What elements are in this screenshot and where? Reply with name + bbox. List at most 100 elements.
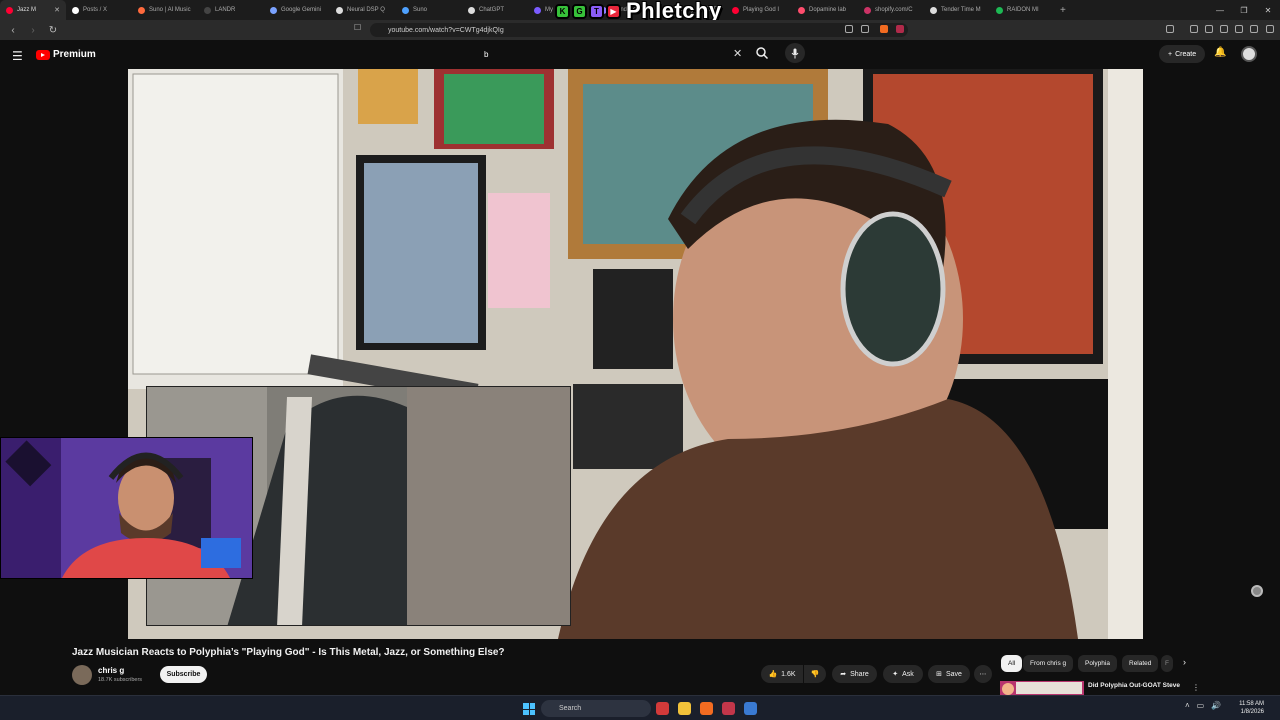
create-button[interactable]: + Create (1159, 45, 1206, 63)
browser-tab[interactable]: Neural DSP Q (330, 0, 396, 20)
tab-favicon-icon (204, 6, 211, 14)
channel-name[interactable]: chris g (98, 666, 124, 675)
browser-tab[interactable]: Suno | AI Music (132, 0, 198, 20)
browser-menu-icon[interactable] (1266, 25, 1274, 33)
brave-browser-icon[interactable] (700, 702, 713, 715)
voice-search-button[interactable] (785, 43, 805, 63)
browser-tab[interactable]: ChatGPT (462, 0, 528, 20)
tab-label: Neural DSP Q (347, 7, 385, 13)
start-menu-icon[interactable] (523, 703, 535, 715)
volume-icon[interactable]: 🔊 (1211, 701, 1221, 710)
subscribe-button[interactable]: Subscribe (160, 666, 207, 683)
reload-icon[interactable]: ↻ (46, 25, 60, 36)
ask-label: Ask (902, 670, 914, 678)
tab-favicon-icon (798, 6, 805, 14)
maximize-button[interactable]: ❐ (1232, 0, 1256, 20)
tab-label: Playing God I (743, 7, 780, 13)
youtube-header: ☰ Premium ✕ +Create 🔔 (0, 40, 1280, 69)
reading-list-icon[interactable] (1205, 25, 1213, 33)
tab-label: shopify.com/C (875, 7, 913, 13)
app-icon-blue[interactable] (744, 702, 757, 715)
microphone-icon (791, 48, 799, 58)
player-settings-indicator[interactable] (1251, 585, 1263, 597)
search-input[interactable] (474, 45, 746, 64)
windows-taskbar: Search ˄ ▭ 🔊 11:58 AM 1/8/2026 (0, 695, 1280, 720)
tab-favicon-icon (270, 6, 277, 14)
split-view-icon[interactable] (1220, 25, 1228, 33)
recommended-video-title[interactable]: Did Polyphia Out-GOAT Steve (1088, 682, 1180, 689)
chevron-right-icon[interactable]: › (1183, 657, 1186, 667)
logo-badge: T (589, 3, 604, 19)
share-label: Share (850, 670, 869, 678)
clock-time: 11:58 AM (1239, 701, 1264, 707)
tab-favicon-icon (996, 6, 1003, 14)
bookmark-icon[interactable]: ☐ (354, 23, 361, 32)
taskbar-search[interactable]: Search (541, 700, 651, 717)
video-title: Jazz Musician Reacts to Polyphia’s "Play… (72, 647, 505, 658)
tab-label: My (545, 7, 553, 13)
minimize-button[interactable]: — (1208, 0, 1232, 20)
extension-icon[interactable] (896, 25, 904, 33)
close-tab-icon[interactable]: ✕ (54, 6, 60, 14)
sparkle-icon: ✦ (892, 671, 899, 678)
subscriber-count: 18.7K subscribers (98, 677, 143, 683)
share-button[interactable]: ➦ Share (832, 665, 877, 683)
network-icon[interactable]: ▭ (1197, 701, 1205, 710)
music-icon[interactable] (1190, 25, 1198, 33)
channel-avatar[interactable] (72, 665, 92, 685)
browser-tab[interactable]: Posts / X (66, 0, 132, 20)
chip-all[interactable]: All (1001, 655, 1023, 672)
tab-favicon-icon (930, 6, 937, 14)
share-icon[interactable] (861, 25, 869, 33)
browser-tab[interactable]: shopify.com/C (858, 0, 924, 20)
app-icon-red[interactable] (656, 702, 669, 715)
browser-tab[interactable]: Tender Time M (924, 0, 990, 20)
chip-related[interactable]: Related (1122, 655, 1159, 672)
tab-label: Google Gemini (281, 7, 322, 13)
browser-tab[interactable]: LANDR (198, 0, 264, 20)
chip-more[interactable]: F (1161, 655, 1173, 672)
chip-from-channel[interactable]: From chris g (1023, 655, 1074, 672)
browser-tab[interactable]: Suno (396, 0, 462, 20)
dislike-button[interactable]: 👎 (804, 665, 826, 683)
save-button[interactable]: ⊞ Save (928, 665, 970, 683)
chevron-up-icon[interactable]: ˄ (1185, 701, 1190, 710)
wallet-icon[interactable] (1250, 25, 1258, 33)
file-explorer-icon[interactable] (678, 702, 691, 715)
close-window-button[interactable]: ✕ (1256, 0, 1280, 20)
new-tab-button[interactable]: + (1060, 5, 1066, 16)
taskbar-clock[interactable]: 11:58 AM 1/8/2026 (1224, 700, 1264, 716)
leo-icon[interactable] (1235, 25, 1243, 33)
clear-search-icon[interactable]: ✕ (733, 47, 742, 60)
system-tray: ˄ ▭ 🔊 (1185, 701, 1221, 710)
browser-tab[interactable]: RAIDON MI (990, 0, 1056, 20)
more-icon: ⋯ (979, 671, 987, 678)
recommended-video-thumbnail[interactable] (1000, 681, 1084, 695)
install-app-icon[interactable] (845, 25, 853, 33)
more-actions-button[interactable]: ⋯ (974, 665, 992, 683)
search-icon[interactable] (755, 46, 769, 60)
like-button[interactable]: 👍 1.6K (761, 665, 803, 683)
more-options-icon[interactable]: ⋮ (1192, 683, 1200, 692)
tab-strip: Jazz M ✕ Posts / X Suno | AI Music LANDR Goog… (0, 0, 1056, 20)
browser-tab[interactable]: Jazz M ✕ (0, 0, 66, 20)
forward-icon[interactable]: › (26, 25, 40, 36)
account-avatar[interactable] (1241, 46, 1257, 62)
tab-label: Posts / X (83, 7, 108, 13)
browser-tab[interactable]: Playing God I (726, 0, 792, 20)
hamburger-menu-icon[interactable]: ☰ (12, 49, 23, 63)
browser-tab[interactable]: Google Gemini (264, 0, 330, 20)
sidebar-icon[interactable] (1166, 25, 1174, 33)
save-icon: ⊞ (936, 671, 942, 678)
chip-polyphia[interactable]: Polyphia (1078, 655, 1117, 672)
notifications-bell-icon[interactable]: 🔔 (1214, 47, 1226, 58)
tab-label: Suno | AI Music (149, 7, 191, 13)
brave-shields-icon[interactable] (880, 25, 888, 33)
browser-tab[interactable]: Dopamine lab (792, 0, 858, 20)
url-field[interactable]: youtube.com/watch?v=CWTg4djkQIg (370, 23, 908, 37)
logo-badge: ▶ (606, 3, 621, 19)
youtube-premium-logo[interactable]: Premium (36, 49, 96, 60)
ask-button[interactable]: ✦ Ask (883, 665, 923, 683)
back-icon[interactable]: ‹ (6, 25, 20, 36)
app-icon-news[interactable] (722, 702, 735, 715)
